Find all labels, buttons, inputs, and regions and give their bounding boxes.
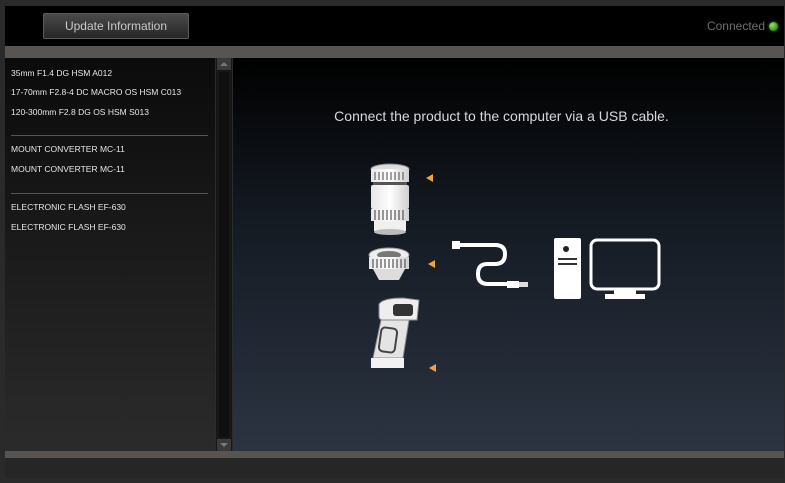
- list-item[interactable]: ELECTRONIC FLASH EF-630: [11, 202, 126, 212]
- flash-arrow-icon: [429, 364, 436, 372]
- list-item[interactable]: MOUNT CONVERTER MC-11: [11, 144, 125, 154]
- flash-icon: [371, 297, 420, 368]
- mount-converter-icon: [368, 247, 410, 280]
- lens-arrow-icon: [426, 174, 433, 182]
- top-separator: [5, 46, 784, 58]
- connection-status-label: Connected: [706, 19, 765, 33]
- bottom-separator: [5, 451, 784, 458]
- list-scrollbar[interactable]: [215, 58, 233, 451]
- list-item[interactable]: 17-70mm F2.8-4 DC MACRO OS HSM C013: [11, 87, 181, 97]
- status-indicator-icon: [769, 21, 778, 31]
- update-information-button[interactable]: Update Information: [43, 13, 189, 39]
- title-bar: Update Information Connected: [5, 6, 784, 46]
- list-item[interactable]: ELECTRONIC FLASH EF-630: [11, 222, 126, 232]
- app-window: Update Information Connected 35mm F1.4 D…: [5, 6, 784, 478]
- status-bar: [5, 458, 784, 478]
- computer-icon: [554, 238, 581, 299]
- product-list: 35mm F1.4 DG HSM A012 17-70mm F2.8-4 DC …: [5, 58, 215, 451]
- connection-illustration: [368, 163, 661, 372]
- monitor-icon: [589, 238, 661, 299]
- main-panel: Connect the product to the computer via …: [233, 58, 784, 451]
- scroll-down-arrow-icon[interactable]: [217, 439, 231, 451]
- scroll-up-arrow-icon[interactable]: [217, 58, 231, 70]
- list-item[interactable]: 35mm F1.4 DG HSM A012: [11, 68, 112, 78]
- lens-icon: [370, 163, 410, 235]
- mount-converter-arrow-icon: [428, 260, 435, 268]
- scroll-track[interactable]: [219, 72, 229, 437]
- list-item[interactable]: MOUNT CONVERTER MC-11: [11, 164, 125, 174]
- list-item[interactable]: 120-300mm F2.8 DG OS HSM S013: [11, 107, 149, 117]
- connection-status: Connected: [707, 19, 778, 33]
- list-divider: [11, 193, 208, 194]
- list-divider: [11, 135, 208, 136]
- usb-cable-icon: [452, 241, 528, 288]
